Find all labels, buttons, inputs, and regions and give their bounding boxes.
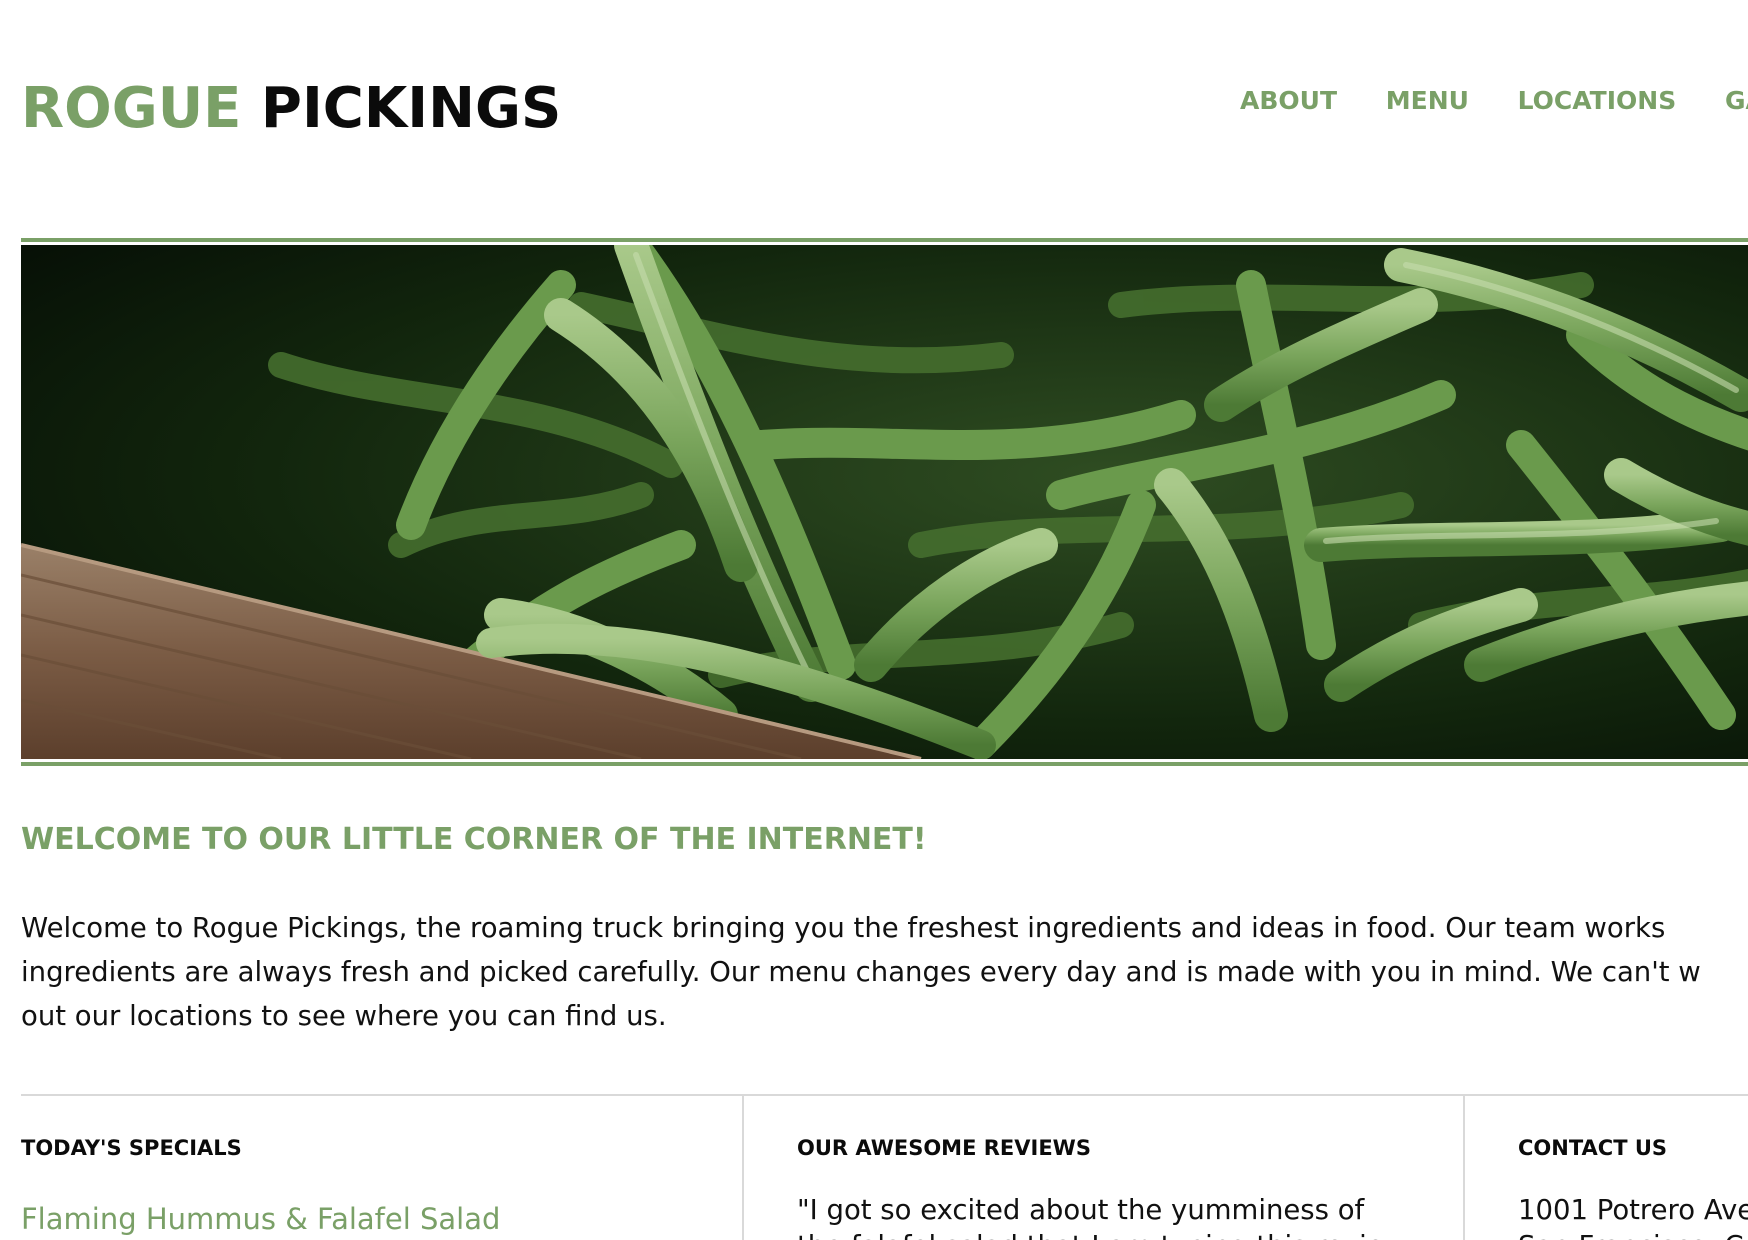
welcome-paragraph: Welcome to Rogue Pickings, the roaming t… bbox=[21, 906, 1748, 1038]
page: ROGUE PICKINGS ABOUT MENU LOCATIONS GAL bbox=[0, 0, 1748, 1240]
nav-link-gallery[interactable]: GAL bbox=[1725, 84, 1748, 118]
special-item[interactable]: Flaming Hummus & Falafel Salad bbox=[21, 1202, 500, 1236]
review-quote: "I got so excited about the yumminess of… bbox=[797, 1192, 1437, 1240]
hero-banner bbox=[21, 238, 1748, 766]
contact-address: 1001 Potrero Ave San Francisco, C bbox=[1518, 1192, 1748, 1240]
reviews-heading: OUR AWESOME REVIEWS bbox=[797, 1136, 1091, 1160]
info-columns: TODAY'S SPECIALS Flaming Hummus & Falafe… bbox=[21, 1094, 1748, 1240]
logo-word-pickings: PICKINGS bbox=[260, 76, 562, 141]
green-beans-photo bbox=[21, 245, 1748, 759]
review-line: "I got so excited about the yumminess of bbox=[797, 1194, 1365, 1226]
nav-link-locations[interactable]: LOCATIONS bbox=[1518, 84, 1677, 118]
welcome-line: ingredients are always fresh and picked … bbox=[21, 956, 1701, 988]
contact-column: CONTACT US 1001 Potrero Ave San Francisc… bbox=[1463, 1096, 1748, 1240]
address-line: San Francisco, C bbox=[1518, 1228, 1748, 1240]
logo-word-rogue: ROGUE bbox=[21, 76, 242, 141]
address-line: 1001 Potrero Ave bbox=[1518, 1194, 1748, 1226]
main-nav: ABOUT MENU LOCATIONS GAL bbox=[1240, 84, 1748, 118]
specials-heading: TODAY'S SPECIALS bbox=[21, 1136, 242, 1160]
nav-link-about[interactable]: ABOUT bbox=[1240, 84, 1337, 118]
reviews-column: OUR AWESOME REVIEWS "I got so excited ab… bbox=[742, 1096, 1444, 1240]
specials-column: TODAY'S SPECIALS Flaming Hummus & Falafe… bbox=[21, 1096, 721, 1240]
contact-heading: CONTACT US bbox=[1518, 1136, 1668, 1160]
welcome-line: Welcome to Rogue Pickings, the roaming t… bbox=[21, 912, 1666, 944]
nav-link-menu[interactable]: MENU bbox=[1386, 84, 1469, 118]
welcome-line: out our locations to see where you can f… bbox=[21, 1000, 667, 1032]
site-logo[interactable]: ROGUE PICKINGS bbox=[21, 74, 561, 144]
review-line: the falafel salad that I am typing this … bbox=[797, 1228, 1437, 1240]
welcome-heading: WELCOME TO OUR LITTLE CORNER OF THE INTE… bbox=[21, 822, 927, 857]
